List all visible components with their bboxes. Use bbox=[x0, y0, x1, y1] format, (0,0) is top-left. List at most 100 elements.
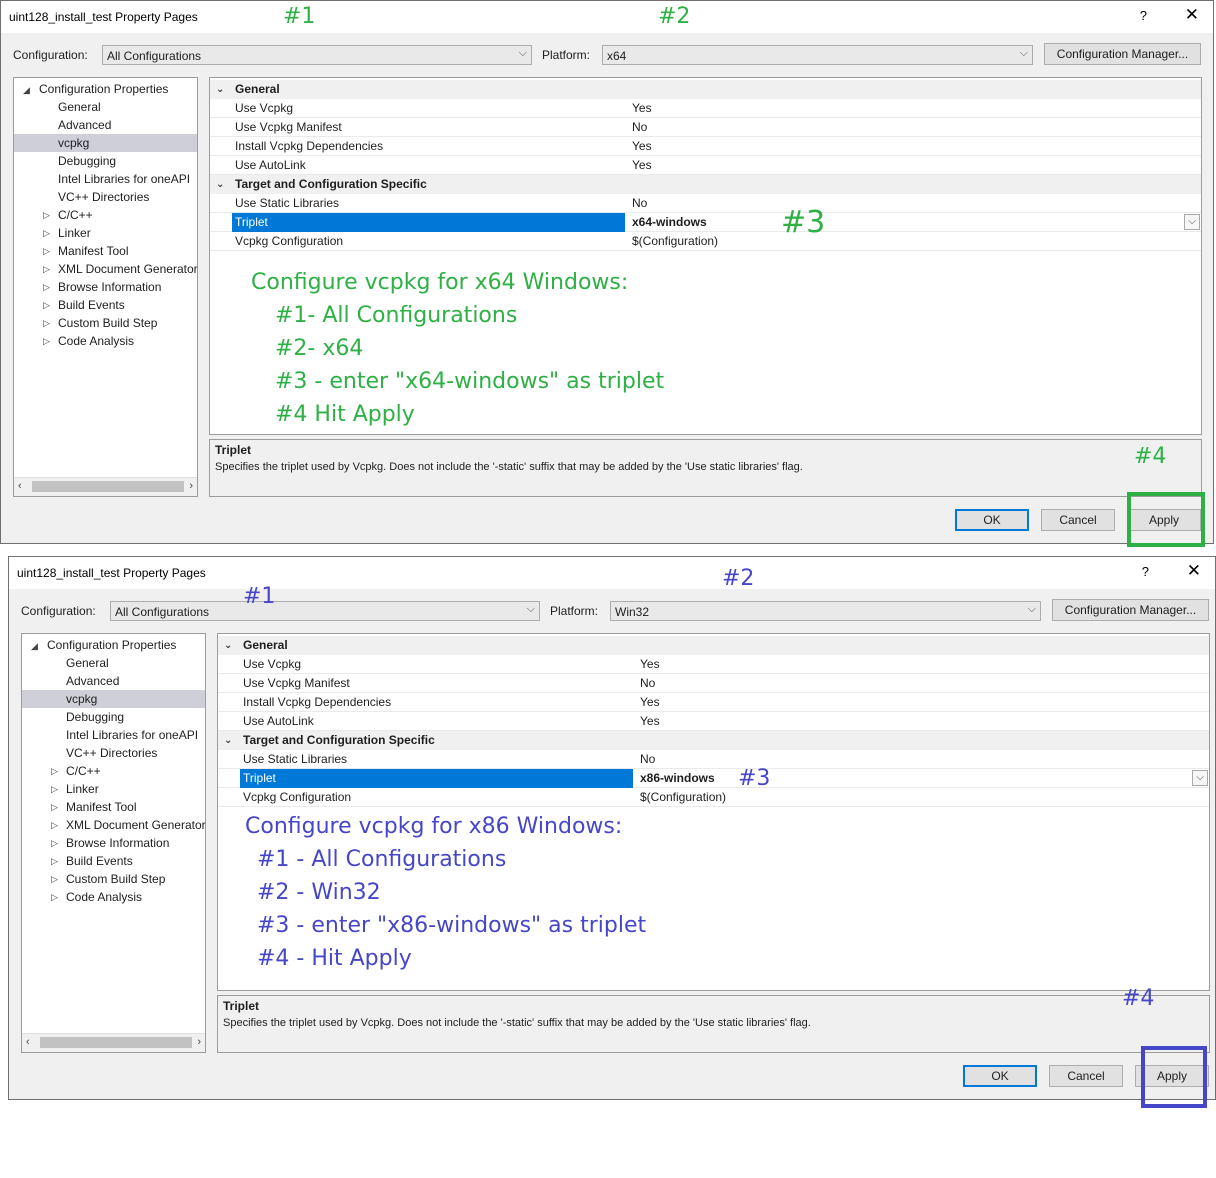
platform-dropdown[interactable]: x64 ⌵ bbox=[602, 45, 1033, 65]
triplet-row[interactable]: Triplet x86-windows ⌵ bbox=[218, 769, 1209, 788]
help-icon[interactable]: ? bbox=[1140, 8, 1147, 23]
configuration-label: Configuration: bbox=[21, 604, 96, 618]
tree-root-configuration-properties[interactable]: Configuration Properties bbox=[14, 80, 197, 98]
scroll-right-icon[interactable]: › bbox=[189, 480, 193, 492]
property-name-selected: Triplet bbox=[240, 769, 633, 788]
configuration-dropdown[interactable]: All Configurations ⌵ bbox=[102, 45, 532, 65]
property-row[interactable]: Vcpkg Configuration $(Configuration) bbox=[218, 788, 1209, 807]
property-value: Yes bbox=[640, 695, 660, 709]
tree-item-vcpkg[interactable]: vcpkg bbox=[14, 134, 197, 152]
configuration-manager-button[interactable]: Configuration Manager... bbox=[1052, 599, 1209, 621]
tree-item-custom-build-step[interactable]: Custom Build Step bbox=[14, 314, 197, 332]
tree-item-c-cpp[interactable]: C/C++ bbox=[22, 762, 205, 780]
property-value: $(Configuration) bbox=[632, 234, 719, 248]
window-title: uint128_install_test Property Pages bbox=[9, 10, 198, 24]
scroll-thumb[interactable] bbox=[32, 481, 184, 492]
tree-item-browse-information[interactable]: Browse Information bbox=[22, 834, 205, 852]
property-row[interactable]: Use Static Libraries No bbox=[210, 194, 1201, 213]
triplet-input[interactable]: x64-windows bbox=[632, 213, 707, 232]
close-icon[interactable]: ✕ bbox=[1187, 561, 1201, 581]
help-icon[interactable]: ? bbox=[1142, 564, 1149, 579]
collapse-icon[interactable]: ⌄ bbox=[216, 175, 224, 194]
ok-button[interactable]: OK bbox=[963, 1065, 1037, 1087]
tree-item-c-cpp[interactable]: C/C++ bbox=[14, 206, 197, 224]
tree-item-build-events[interactable]: Build Events bbox=[14, 296, 197, 314]
tree-item-general[interactable]: General bbox=[22, 654, 205, 672]
tree-item-linker[interactable]: Linker bbox=[14, 224, 197, 242]
tree-item-linker[interactable]: Linker bbox=[22, 780, 205, 798]
section-general[interactable]: ⌄ General bbox=[218, 636, 1209, 655]
collapse-icon[interactable]: ⌄ bbox=[224, 636, 232, 655]
tree-item-intel-libraries[interactable]: Intel Libraries for oneAPI bbox=[22, 726, 205, 744]
scroll-thumb[interactable] bbox=[40, 1037, 192, 1048]
platform-label: Platform: bbox=[542, 48, 591, 62]
property-row[interactable]: Use Static Libraries No bbox=[218, 750, 1209, 769]
close-icon[interactable]: ✕ bbox=[1185, 5, 1199, 25]
tree-item-advanced[interactable]: Advanced bbox=[22, 672, 205, 690]
instruction-line-3: #3 - enter "x64-windows" as triplet bbox=[275, 369, 665, 394]
apply-highlight-box bbox=[1141, 1046, 1207, 1108]
annotation-2: #2 bbox=[658, 4, 691, 29]
property-row[interactable]: Vcpkg Configuration $(Configuration) bbox=[210, 232, 1201, 251]
tree-item-browse-information[interactable]: Browse Information bbox=[14, 278, 197, 296]
tree-item-vc-directories[interactable]: VC++ Directories bbox=[14, 188, 197, 206]
triplet-row[interactable]: Triplet x64-windows ⌵ bbox=[210, 213, 1201, 232]
tree-item-xml-doc-generator[interactable]: XML Document Generator bbox=[14, 260, 198, 278]
tree-item-advanced[interactable]: Advanced bbox=[14, 116, 197, 134]
property-name-selected: Triplet bbox=[232, 213, 625, 232]
tree-item-vcpkg[interactable]: vcpkg bbox=[22, 690, 205, 708]
chevron-down-icon[interactable]: ⌵ bbox=[1184, 214, 1200, 230]
property-row[interactable]: Use Vcpkg Yes bbox=[210, 99, 1201, 118]
annotation-1: #1 bbox=[243, 584, 276, 609]
property-row[interactable]: Install Vcpkg Dependencies Yes bbox=[218, 693, 1209, 712]
tree-item-manifest-tool[interactable]: Manifest Tool bbox=[14, 242, 197, 260]
chevron-down-icon[interactable]: ⌵ bbox=[1192, 770, 1208, 786]
property-value: No bbox=[632, 196, 648, 210]
platform-dropdown[interactable]: Win32 ⌵ bbox=[610, 601, 1041, 621]
section-label: Target and Configuration Specific bbox=[235, 177, 427, 191]
property-row[interactable]: Use Vcpkg Manifest No bbox=[218, 674, 1209, 693]
tree-item-manifest-tool[interactable]: Manifest Tool bbox=[22, 798, 205, 816]
cancel-button[interactable]: Cancel bbox=[1041, 509, 1115, 531]
section-label: Target and Configuration Specific bbox=[243, 733, 435, 747]
cancel-button[interactable]: Cancel bbox=[1049, 1065, 1123, 1087]
collapse-icon[interactable]: ⌄ bbox=[216, 80, 224, 99]
section-target-config[interactable]: ⌄ Target and Configuration Specific bbox=[210, 175, 1201, 194]
horizontal-scrollbar[interactable]: ‹ › bbox=[22, 1033, 205, 1052]
property-row[interactable]: Use Vcpkg Manifest No bbox=[210, 118, 1201, 137]
tree-item-xml-doc-generator[interactable]: XML Document Generator bbox=[22, 816, 206, 834]
property-value: No bbox=[640, 752, 656, 766]
tree-item-debugging[interactable]: Debugging bbox=[22, 708, 205, 726]
section-general[interactable]: ⌄ General bbox=[210, 80, 1201, 99]
scroll-right-icon[interactable]: › bbox=[197, 1036, 201, 1048]
configuration-manager-button[interactable]: Configuration Manager... bbox=[1044, 43, 1201, 65]
property-tree: ◢ Configuration Properties General Advan… bbox=[21, 633, 206, 1053]
property-row[interactable]: Install Vcpkg Dependencies Yes bbox=[210, 137, 1201, 156]
scroll-left-icon[interactable]: ‹ bbox=[18, 480, 22, 492]
section-label: General bbox=[235, 82, 280, 96]
tree-item-general[interactable]: General bbox=[14, 98, 197, 116]
property-value: No bbox=[640, 676, 656, 690]
tree-item-build-events[interactable]: Build Events bbox=[22, 852, 205, 870]
configuration-dropdown[interactable]: All Configurations ⌵ bbox=[110, 601, 540, 621]
ok-button[interactable]: OK bbox=[955, 509, 1029, 531]
scroll-left-icon[interactable]: ‹ bbox=[26, 1036, 30, 1048]
horizontal-scrollbar[interactable]: ‹ › bbox=[14, 477, 197, 496]
tree-item-custom-build-step[interactable]: Custom Build Step bbox=[22, 870, 205, 888]
collapse-icon[interactable]: ⌄ bbox=[224, 731, 232, 750]
tree-item-vc-directories[interactable]: VC++ Directories bbox=[22, 744, 205, 762]
section-target-config[interactable]: ⌄ Target and Configuration Specific bbox=[218, 731, 1209, 750]
tree-item-code-analysis[interactable]: Code Analysis bbox=[14, 332, 197, 350]
tree-root-configuration-properties[interactable]: Configuration Properties bbox=[22, 636, 205, 654]
tree-item-debugging[interactable]: Debugging bbox=[14, 152, 197, 170]
description-title: Triplet bbox=[223, 999, 260, 1013]
property-value: $(Configuration) bbox=[640, 790, 727, 804]
tree-item-intel-libraries[interactable]: Intel Libraries for oneAPI bbox=[14, 170, 197, 188]
property-row[interactable]: Use AutoLink Yes bbox=[218, 712, 1209, 731]
chevron-down-icon: ⌵ bbox=[1019, 47, 1028, 59]
property-row[interactable]: Use Vcpkg Yes bbox=[218, 655, 1209, 674]
property-row[interactable]: Use AutoLink Yes bbox=[210, 156, 1201, 175]
triplet-input[interactable]: x86-windows bbox=[640, 769, 715, 788]
tree-item-code-analysis[interactable]: Code Analysis bbox=[22, 888, 205, 906]
property-name: Install Vcpkg Dependencies bbox=[243, 695, 392, 709]
